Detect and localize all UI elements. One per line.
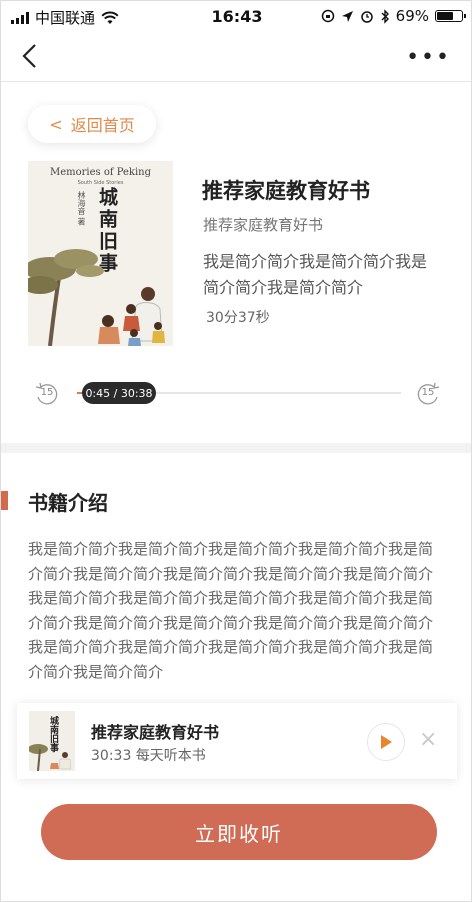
back-to-home-button[interactable]: < 返回首页 (28, 105, 156, 143)
play-button[interactable] (367, 723, 405, 761)
book-description: 我是简介简介我是简介简介我是简介简介我是简介简介 (203, 252, 428, 297)
mini-player-title: 推荐家庭教育好书 (91, 723, 220, 742)
alarm-icon (360, 11, 373, 23)
book-subtitle: 推荐家庭教育好书 (203, 216, 324, 234)
listen-now-button[interactable]: 立即收听 (41, 804, 437, 860)
skip-forward-label: 15 (421, 387, 435, 398)
bluetooth-icon (381, 8, 389, 24)
location-icon (341, 10, 353, 22)
mini-player-cover: 城南旧事 (29, 711, 75, 771)
section-marker (1, 491, 8, 510)
back-to-home-label: 返回首页 (70, 116, 135, 135)
skip-forward-15-button[interactable]: 15 (415, 381, 441, 407)
chevron-left-icon: < (49, 114, 63, 134)
play-icon (381, 735, 392, 749)
mini-player-meta: 30:33 每天听本书 (91, 748, 206, 764)
close-icon[interactable]: × (419, 727, 437, 752)
mini-cover-illustration (29, 744, 72, 771)
intro-heading: 书籍介绍 (28, 491, 108, 515)
skip-back-label: 15 (40, 387, 54, 398)
cover-illustration (28, 249, 165, 346)
book-duration: 30分37秒 (206, 310, 270, 326)
app-frame: 中国联通 16:43 69% ••• < 返回首页 Memories of Pe… (0, 0, 472, 902)
status-bar: 中国联通 16:43 69% (1, 1, 471, 31)
back-arrow-icon[interactable] (19, 43, 43, 69)
rotation-lock-icon (321, 9, 334, 23)
mini-player[interactable]: 城南旧事 推荐家庭教育好书 30:33 每天听本书 × (17, 703, 457, 779)
book-cover: Memories of Peking South Side Stories 林海… (28, 161, 173, 346)
intro-text: 我是简介简介我是简介简介我是简介简介我是简介简介我是简介简介我是简介简介我是简介… (28, 540, 434, 681)
book-title: 推荐家庭教育好书 (202, 179, 370, 203)
more-menu-icon[interactable]: ••• (406, 45, 451, 70)
skip-back-15-button[interactable]: 15 (34, 381, 60, 407)
section-divider (1, 443, 471, 453)
battery-icon (435, 10, 466, 22)
progress-thumb[interactable]: 0:45 / 30:38 (82, 382, 156, 404)
battery-percent: 69% (395, 7, 429, 25)
battery-level-fill (437, 12, 453, 20)
navigation-bar: ••• (1, 31, 471, 82)
